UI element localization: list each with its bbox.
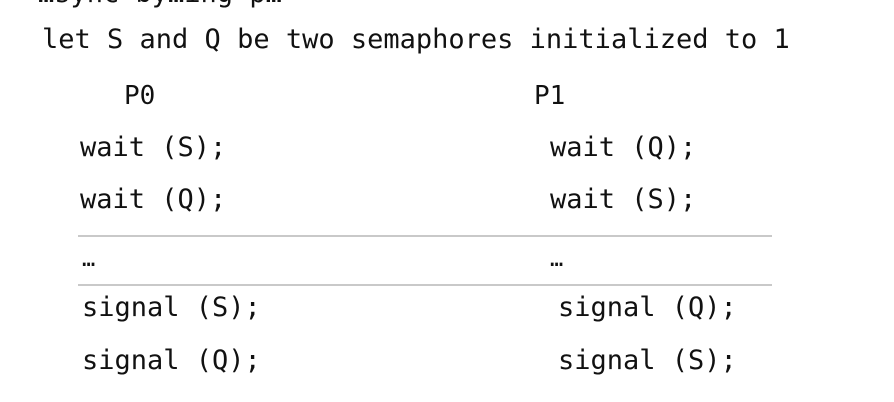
p1-critical-section-ellipsis: … xyxy=(550,247,564,272)
cropped-top-text: …sync by…ing p… xyxy=(38,0,282,10)
p1-line-signal-q: signal (Q); xyxy=(558,292,737,323)
p0-line-wait-q: wait (Q); xyxy=(80,184,227,215)
p0-line-signal-q: signal (Q); xyxy=(82,345,261,376)
p0-critical-section-ellipsis: … xyxy=(82,247,96,272)
p0-header: P0 xyxy=(124,81,156,111)
p1-line-signal-s: signal (S); xyxy=(558,345,737,376)
p1-line-wait-s: wait (S); xyxy=(550,184,697,215)
p0-line-signal-s: signal (S); xyxy=(82,292,261,323)
section-divider-top xyxy=(78,235,772,237)
intro-text: let S and Q be two semaphores initialize… xyxy=(42,24,790,55)
p1-line-wait-q: wait (Q); xyxy=(550,132,697,163)
section-divider-bottom xyxy=(78,284,772,286)
p0-line-wait-s: wait (S); xyxy=(80,132,227,163)
p1-header: P1 xyxy=(534,81,566,111)
